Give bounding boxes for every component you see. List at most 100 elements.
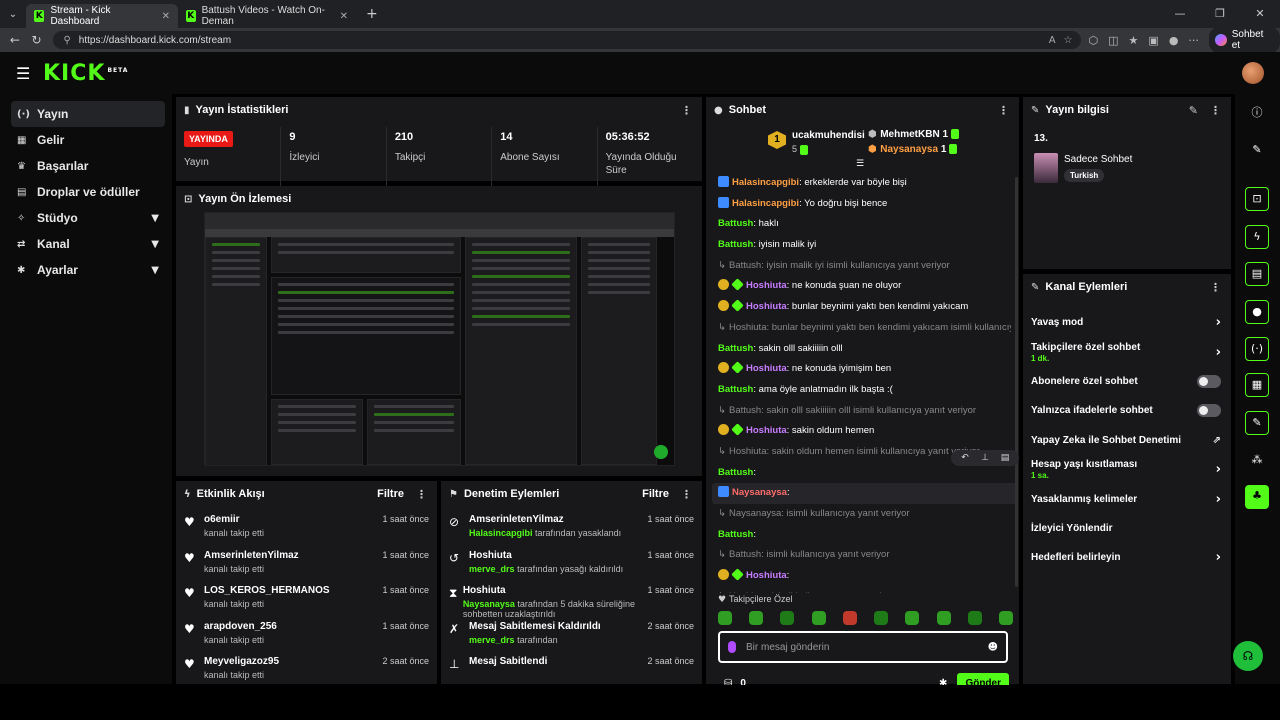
emote[interactable]: [874, 611, 889, 625]
chat-username[interactable]: Battush: [718, 218, 753, 229]
collapse-icon[interactable]: ☰: [856, 159, 864, 169]
url-field[interactable]: ⚲ https://dashboard.kick.com/stream A ☆: [53, 31, 1081, 49]
site-info-icon[interactable]: ⚲: [63, 35, 70, 46]
document-icon[interactable]: ▤: [1245, 262, 1269, 286]
edit-icon[interactable]: ✎: [1189, 104, 1198, 117]
new-tab-icon[interactable]: +: [366, 6, 378, 22]
sidebar-item-kanal[interactable]: ⇄ Kanal ▼: [11, 231, 165, 257]
chat-username[interactable]: Battush: [718, 529, 753, 540]
action-banned-words[interactable]: Yasaklanmış kelimeler ›: [1023, 484, 1231, 513]
reload-icon[interactable]: ↻: [26, 33, 48, 47]
emotes-only-toggle[interactable]: [1197, 404, 1221, 418]
more-options-icon[interactable]: ⋮: [998, 104, 1009, 117]
chat-message[interactable]: Battush:: [718, 525, 1011, 546]
capture-icon[interactable]: ⊡: [1245, 187, 1269, 211]
chat-message[interactable]: Hoshiuta: ne konuda şuan ne oluyor: [718, 276, 1011, 297]
more-options-icon[interactable]: ⋮: [1210, 281, 1221, 294]
chat-username[interactable]: Hoshiuta: [746, 301, 787, 312]
category-thumbnail[interactable]: [1034, 153, 1058, 183]
chat-message[interactable]: Halasincapgibi: erkeklerde var böyle biş…: [718, 173, 1011, 194]
favorite-star-icon[interactable]: ☆: [1064, 35, 1073, 46]
kick-logo[interactable]: KICK BETA: [43, 61, 128, 86]
split-screen-icon[interactable]: ◫: [1108, 34, 1118, 47]
share-icon[interactable]: ⁂: [1245, 449, 1269, 473]
chat-icon[interactable]: ●: [1245, 300, 1269, 324]
more-options-icon[interactable]: ⋮: [681, 488, 692, 501]
chat-message[interactable]: Hoshiuta: bunlar beynimi yaktı ben kendi…: [718, 297, 1011, 318]
emote[interactable]: [905, 611, 920, 625]
chat-message[interactable]: Naysanaysa:: [712, 483, 1017, 504]
help-button[interactable]: ☊: [1233, 641, 1263, 671]
pin-message-icon[interactable]: ⊥: [975, 453, 995, 463]
chat-username[interactable]: Hoshiuta: [746, 280, 787, 291]
close-tab-icon[interactable]: ✕: [340, 11, 348, 22]
action-host-viewers[interactable]: İzleyici Yönlendir: [1023, 514, 1231, 543]
tab-list-chevron-icon[interactable]: ⌄: [0, 9, 26, 20]
tab-stream[interactable]: K Stream - Kick Dashboard ✕: [26, 4, 178, 28]
reply-icon[interactable]: ↶: [955, 453, 975, 463]
emote[interactable]: [718, 611, 732, 625]
stream-preview-video[interactable]: [204, 212, 675, 466]
chat-reply-context[interactable]: ↳ Hoshiuta: isimli kullanıcıya yanıt ver…: [718, 587, 1011, 593]
action-slow-mode[interactable]: Yavaş mod ›: [1023, 308, 1231, 337]
emote[interactable]: [936, 611, 951, 625]
copilot-button[interactable]: Sohbet et: [1208, 27, 1280, 53]
chat-message[interactable]: Battush: iyisin malik iyi: [718, 235, 1011, 256]
chat-reply-context[interactable]: ↳ Naysanaysa: isimli kullanıcıya yanıt v…: [718, 504, 1011, 525]
chat-message[interactable]: Hoshiuta: sakin oldum hemen: [718, 421, 1011, 442]
emote[interactable]: [780, 611, 795, 625]
more-options-icon[interactable]: ⋮: [416, 488, 427, 501]
close-window-icon[interactable]: ✕: [1240, 0, 1280, 28]
subscribers-only-toggle[interactable]: [1197, 374, 1221, 388]
pencil-icon[interactable]: ✎: [1245, 139, 1269, 163]
chat-scrollbar[interactable]: [1015, 177, 1018, 587]
chat-reply-context[interactable]: ↳ Battush: isimli kullanıcıya yanıt veri…: [718, 545, 1011, 566]
sidebar-item-droplar[interactable]: ▤ Droplar ve ödüller: [11, 179, 165, 205]
tab-videos[interactable]: K Battush Videos - Watch On-Deman ✕: [178, 4, 356, 28]
emote[interactable]: [967, 611, 982, 625]
action-set-goals[interactable]: Hedefleri belirleyin ›: [1023, 543, 1231, 572]
chat-reply-context[interactable]: ↳ Battush: sakin olll sakiiiiin olll isi…: [718, 401, 1011, 422]
action-ai-moderation[interactable]: Yapay Zeka ile Sohbet Denetimi ⇗: [1023, 426, 1231, 455]
wrench-icon[interactable]: ✎: [1245, 411, 1269, 435]
sidebar-item-studyo[interactable]: ✧ Stüdyo ▼: [11, 205, 165, 231]
chat-message[interactable]: Hoshiuta:: [718, 566, 1011, 587]
back-icon[interactable]: ←: [4, 33, 26, 47]
profile-icon[interactable]: ●: [1169, 34, 1179, 47]
chat-username[interactable]: Battush: [718, 343, 753, 354]
chat-username[interactable]: Naysanaysa: [732, 487, 787, 498]
chat-username[interactable]: Hoshiuta: [746, 363, 787, 374]
emoji-picker-icon[interactable]: ☻: [988, 642, 998, 653]
leader-user[interactable]: ucakmuhendisi: [792, 130, 865, 141]
collections-icon[interactable]: ▣: [1148, 34, 1158, 47]
filter-button[interactable]: Filtre: [642, 488, 669, 500]
emote[interactable]: [842, 611, 857, 625]
action-account-age[interactable]: Hesap yaşı kısıtlaması 1 sa. ›: [1023, 455, 1231, 484]
gift-icon[interactable]: ♣: [1245, 485, 1269, 509]
maximize-icon[interactable]: ❐: [1200, 0, 1240, 28]
chat-username[interactable]: Halasincapgibi: [732, 177, 799, 188]
delete-icon[interactable]: ▤: [995, 453, 1015, 463]
minimize-icon[interactable]: —: [1160, 0, 1200, 28]
chat-message[interactable]: Hoshiuta: ne konuda iyimişim ben: [718, 359, 1011, 380]
sidebar-item-gelir[interactable]: ▦ Gelir: [11, 127, 165, 153]
more-menu-icon[interactable]: ···: [1188, 34, 1199, 47]
chat-message[interactable]: Battush: sakin olll sakiiiiin olll: [718, 339, 1011, 360]
user-avatar[interactable]: [1242, 62, 1264, 84]
chat-message[interactable]: Halasincapgibi: Yo doğru bişi bence: [718, 194, 1011, 215]
chat-username[interactable]: Halasincapgibi: [732, 198, 799, 209]
chat-username[interactable]: Battush: [718, 467, 753, 478]
chat-reply-context[interactable]: ↳ Hoshiuta: bunlar beynimi yaktı ben ken…: [718, 318, 1011, 339]
info-icon[interactable]: ⓘ: [1245, 102, 1269, 126]
leader-entry[interactable]: ⬢ MehmetKBN 1: [868, 129, 960, 140]
chat-username[interactable]: Hoshiuta: [746, 570, 787, 581]
filter-button[interactable]: Filtre: [377, 488, 404, 500]
chat-username[interactable]: Battush: [718, 384, 753, 395]
chat-username[interactable]: Hoshiuta: [746, 425, 787, 436]
read-aloud-icon[interactable]: A: [1049, 35, 1056, 46]
chat-message[interactable]: Battush: ama öyle anlatmadın ilk başta :…: [718, 380, 1011, 401]
more-options-icon[interactable]: ⋮: [681, 104, 692, 117]
favorites-icon[interactable]: ★: [1129, 34, 1139, 47]
chat-username[interactable]: Battush: [718, 239, 753, 250]
extensions-icon[interactable]: ⬡: [1089, 34, 1099, 47]
